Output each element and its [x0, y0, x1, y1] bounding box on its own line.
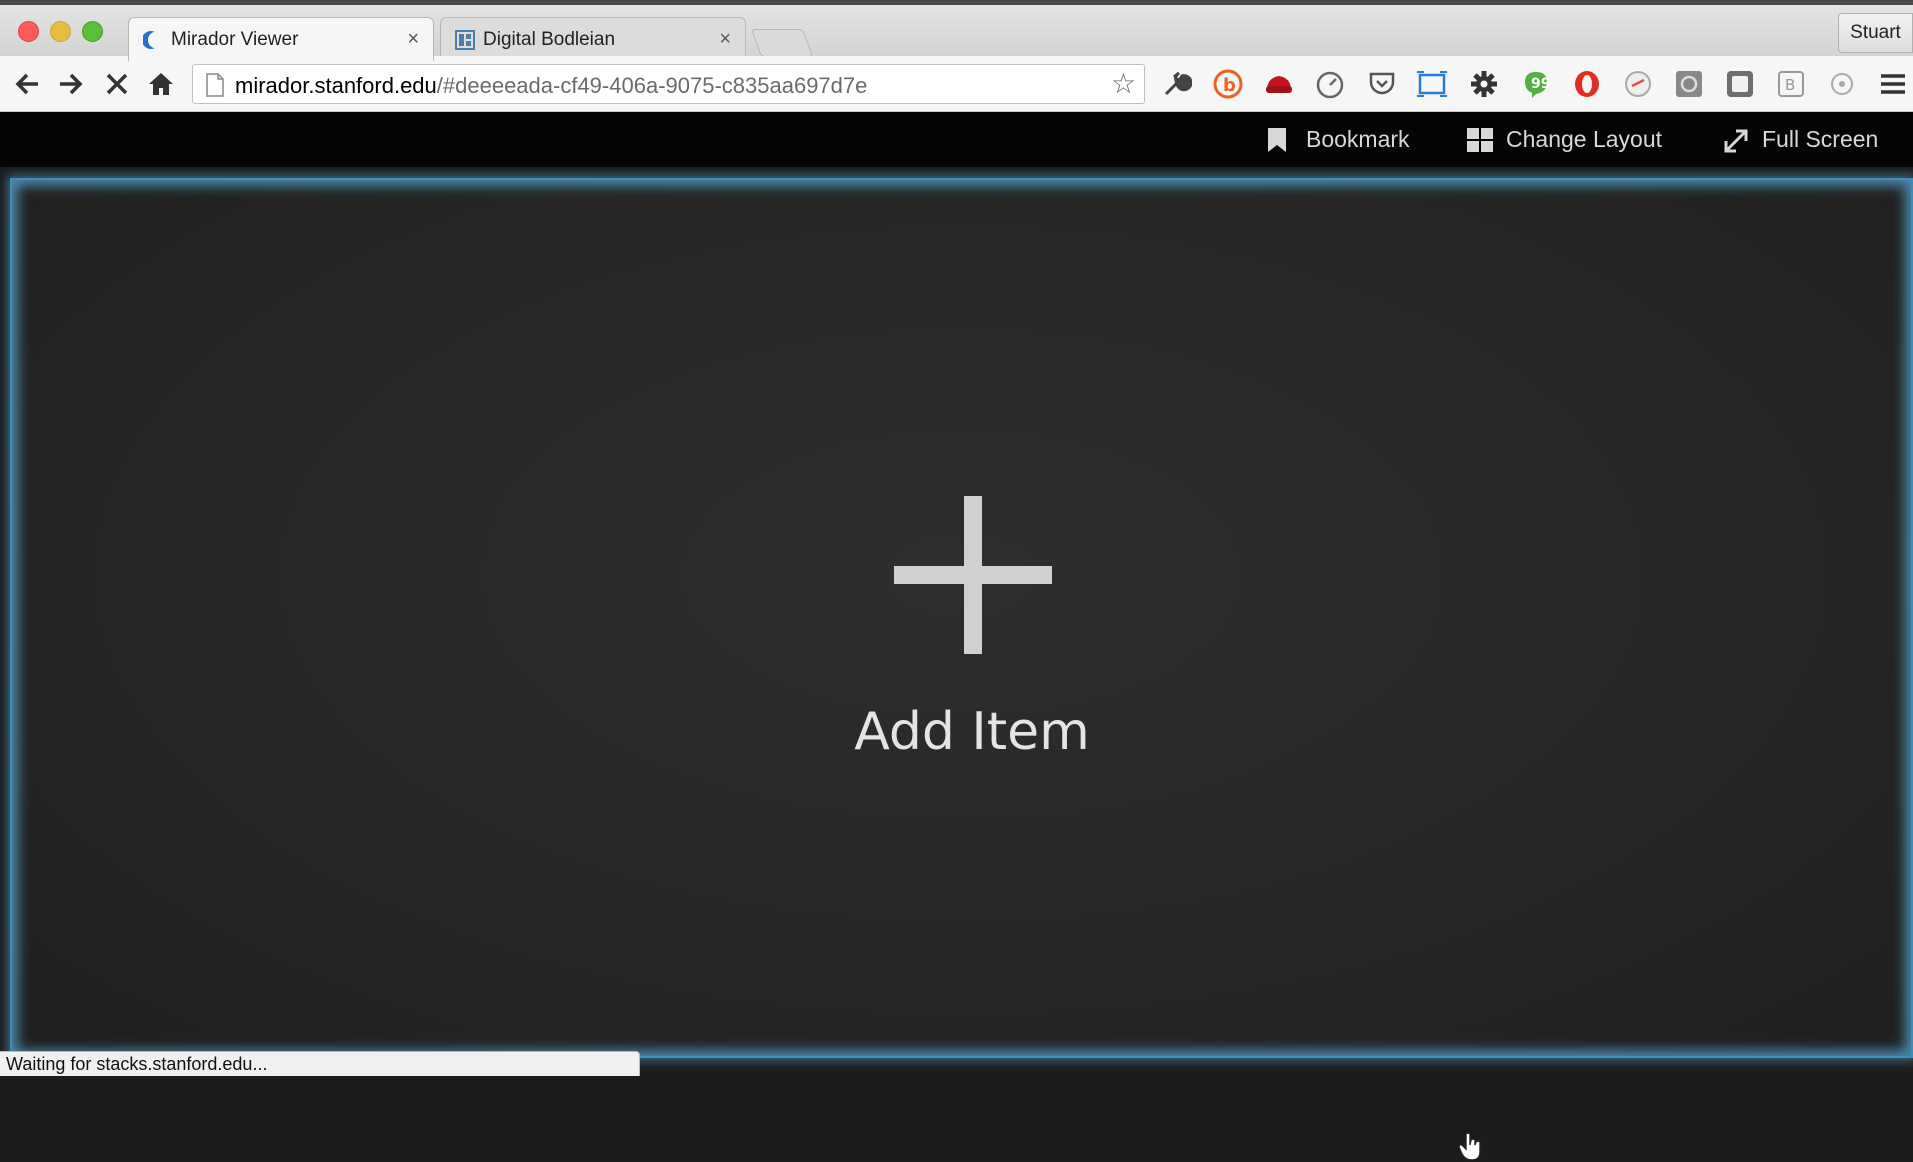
- bookmark-label: Bookmark: [1306, 126, 1410, 152]
- close-window-button[interactable]: [18, 21, 39, 42]
- bitly-icon[interactable]: b: [1212, 68, 1244, 100]
- browser-toolbar: mirador.stanford.edu/#deeeeada-cf49-406a…: [0, 56, 1913, 112]
- clock-icon[interactable]: [1826, 68, 1858, 100]
- url-host: mirador.stanford.edu: [235, 73, 437, 98]
- tab-title: Digital Bodleian: [483, 29, 616, 50]
- grey-square-icon[interactable]: [1673, 68, 1705, 100]
- status-bar: Waiting for stacks.stanford.edu...: [0, 1051, 640, 1076]
- screen-capture-icon[interactable]: [1416, 68, 1448, 100]
- wrench-icon[interactable]: [1160, 68, 1192, 100]
- plus-icon-bar: [894, 566, 1052, 584]
- tab-title: Mirador Viewer: [171, 29, 299, 50]
- hand-cursor-icon: [1458, 1132, 1481, 1161]
- crescent-icon: [143, 31, 155, 49]
- compass-icon[interactable]: [1622, 68, 1654, 100]
- pocket-icon[interactable]: [1366, 68, 1398, 100]
- new-tab-button[interactable]: [750, 29, 814, 57]
- bookmark-star-icon[interactable]: ☆: [1111, 69, 1136, 99]
- full-screen-button[interactable]: Full Screen: [1722, 112, 1902, 167]
- hamburger-menu-icon[interactable]: [1877, 68, 1909, 100]
- timer-icon[interactable]: [1314, 68, 1346, 100]
- browser-tab-strip: Mirador Viewer × Digital Bodleian × Stua…: [0, 0, 1913, 61]
- address-bar[interactable]: mirador.stanford.edu/#deeeeada-cf49-406a…: [192, 64, 1145, 104]
- layout-grid-icon: [455, 30, 475, 50]
- tab-mirador-viewer[interactable]: Mirador Viewer ×: [128, 17, 434, 61]
- url-path: /#deeeeada-cf49-406a-9075-c835aa697d7e: [436, 73, 868, 98]
- mirador-workspace-slot: Add Item: [10, 178, 1913, 1161]
- stop-loading-icon[interactable]: [102, 69, 132, 99]
- svg-text:B: B: [1785, 76, 1795, 94]
- bookmark-button[interactable]: Bookmark: [1266, 112, 1416, 167]
- add-item-label: Add Item: [854, 702, 1090, 762]
- back-arrow-icon[interactable]: [12, 69, 42, 99]
- profile-button[interactable]: Stuart: [1838, 13, 1913, 53]
- bookmark-b-icon[interactable]: B: [1775, 68, 1807, 100]
- note-icon[interactable]: [1724, 68, 1756, 100]
- gear-icon[interactable]: [1468, 68, 1500, 100]
- change-layout-button[interactable]: Change Layout: [1466, 112, 1676, 167]
- expand-icon: [1724, 129, 1748, 153]
- close-tab-icon[interactable]: ×: [719, 28, 731, 51]
- armchair-icon[interactable]: [1263, 68, 1295, 100]
- tab-digital-bodleian[interactable]: Digital Bodleian ×: [440, 17, 746, 61]
- zoom-window-button[interactable]: [82, 21, 103, 42]
- add-item-button[interactable]: Add Item: [792, 480, 1152, 820]
- evernote-icon[interactable]: 99: [1520, 68, 1552, 100]
- layout-grid-icon: [1467, 128, 1493, 152]
- svg-text:99: 99: [1531, 76, 1550, 92]
- page-icon: [206, 73, 224, 97]
- minimize-window-button[interactable]: [50, 21, 71, 42]
- svg-text:b: b: [1223, 75, 1236, 96]
- url-text: mirador.stanford.edu/#deeeeada-cf49-406a…: [235, 73, 867, 99]
- mirador-menu-bar: Bookmark Change Layout Full Screen: [0, 112, 1913, 167]
- bookmark-icon: [1268, 128, 1286, 152]
- forward-arrow-icon[interactable]: [56, 69, 86, 99]
- full-screen-label: Full Screen: [1762, 126, 1879, 152]
- change-layout-label: Change Layout: [1506, 126, 1663, 152]
- opera-icon[interactable]: [1571, 68, 1603, 100]
- home-icon[interactable]: [146, 69, 176, 99]
- close-tab-icon[interactable]: ×: [407, 28, 419, 51]
